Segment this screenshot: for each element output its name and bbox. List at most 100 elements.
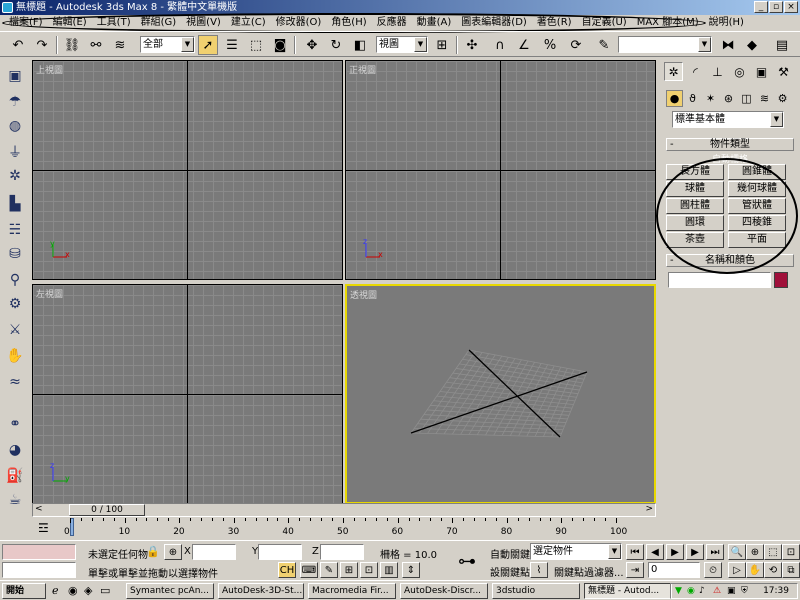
task-3dsmax[interactable]: 無標題 - Autod... — [584, 583, 672, 599]
snap-icon[interactable]: ∩ — [490, 35, 510, 55]
maximize-viewport-icon[interactable]: ⧉ — [782, 562, 800, 578]
task-autodesk-discreet[interactable]: AutoDesk-Discr... — [400, 583, 488, 599]
space-warp-icon[interactable]: ≈ — [5, 372, 25, 392]
ie-icon[interactable]: ℯ — [52, 584, 59, 597]
object-name-input[interactable] — [668, 272, 771, 288]
restore-button[interactable]: ▫ — [769, 1, 783, 13]
object-category-dropdown[interactable]: 標準基本體 ▼ — [672, 111, 784, 128]
undo-icon[interactable]: ↶ — [8, 35, 28, 55]
particles-icon[interactable]: ✲ — [5, 166, 25, 186]
menu-animation[interactable]: 動畫(A) — [412, 15, 457, 31]
zoom-extents-icon[interactable]: ⬚ — [764, 544, 782, 560]
geometry-icon[interactable]: ● — [666, 90, 683, 107]
set-key-icon[interactable]: ⊶ — [458, 551, 476, 572]
mirror-icon[interactable]: ⧓ — [718, 35, 738, 55]
field-of-view-icon[interactable]: ▷ — [728, 562, 746, 578]
menu-views[interactable]: 視圖(V) — [181, 15, 226, 31]
go-to-end-icon[interactable]: ⏭ — [706, 544, 724, 560]
torus-button[interactable]: 圓環 — [666, 215, 724, 231]
stack-icon[interactable]: ☵ — [5, 220, 25, 240]
cone-button[interactable]: 圓錐體 — [728, 164, 786, 180]
zoom-all-icon[interactable]: ⊕ — [746, 544, 764, 560]
window-crossing-icon[interactable]: ◙ — [270, 35, 290, 55]
menu-rendering[interactable]: 著色(R) — [532, 15, 577, 31]
menu-modifiers[interactable]: 修改器(O) — [271, 15, 327, 31]
chevron-down-icon[interactable]: ▼ — [608, 544, 621, 559]
menu-group[interactable]: 群組(G) — [136, 15, 182, 31]
spinner-icon[interactable]: ⇕ — [402, 562, 420, 578]
named-sets-icon[interactable]: ✎ — [594, 35, 614, 55]
space-warps-sub-icon[interactable]: ≋ — [756, 90, 773, 107]
desktop-icon[interactable]: ▭ — [100, 584, 110, 597]
objects-icon[interactable]: ▣ — [5, 66, 25, 86]
utilities-tab-icon[interactable]: ⚒ — [774, 62, 793, 81]
z-coordinate-input[interactable] — [320, 544, 364, 560]
zoom-icon[interactable]: 🔍 — [728, 544, 746, 560]
sphere-button[interactable]: 球體 — [666, 181, 724, 197]
rollout-name-color[interactable]: - 名稱和顏色 — [666, 254, 794, 267]
sphere-icon[interactable]: ◍ — [5, 116, 25, 136]
menu-tools[interactable]: 工具(T) — [92, 15, 136, 31]
pyramid-button[interactable]: 四稜錐 — [728, 215, 786, 231]
hierarchy-tab-icon[interactable]: ⊥ — [708, 62, 727, 81]
layer-icon[interactable]: ▤ — [772, 35, 792, 55]
object-color-swatch[interactable] — [774, 272, 788, 288]
start-button[interactable]: 開始 — [2, 583, 46, 599]
menu-edit[interactable]: 編輯(E) — [48, 15, 92, 31]
soft-keyboard-icon[interactable]: ⊞ — [340, 562, 358, 578]
unlink-icon[interactable]: ⚯ — [86, 35, 106, 55]
network-icon[interactable]: ▼ — [675, 584, 682, 598]
ime-indicator[interactable]: CH — [278, 562, 296, 578]
viewport-label-top[interactable]: 上視圖 — [36, 63, 63, 76]
security-icon[interactable]: ⛨ — [741, 584, 748, 598]
task-3dstudio[interactable]: 3dstudio — [492, 583, 580, 599]
time-slider[interactable]: 0 / 100 < > — [32, 503, 656, 517]
lock-icon[interactable]: 🔒 — [146, 545, 160, 558]
antivirus-icon[interactable]: ◉ — [687, 584, 695, 598]
manipulate-icon[interactable]: ✣ — [462, 35, 482, 55]
spinner-snap-icon[interactable]: ⟳ — [566, 35, 586, 55]
teapot-button[interactable]: 茶壺 — [666, 232, 724, 248]
wrench-icon[interactable]: ⚲ — [5, 270, 25, 290]
crossing-icon[interactable]: ✎ — [320, 562, 338, 578]
set-key-button[interactable]: 設關鍵點 — [490, 564, 530, 579]
chevron-down-icon[interactable]: ▼ — [414, 37, 427, 52]
render-scene-icon[interactable]: ☕ — [5, 490, 25, 510]
cameras-sub-icon[interactable]: ⊛ — [720, 90, 737, 107]
viewport-left[interactable]: 左視圖 y z — [32, 284, 343, 504]
close-button[interactable]: × — [784, 1, 798, 13]
rect-region-icon[interactable]: ⬚ — [246, 35, 266, 55]
alert-icon[interactable]: ⚠ — [713, 584, 721, 598]
task-autodesk-3d[interactable]: AutoDesk-3D-St... — [218, 583, 304, 599]
select-icon[interactable]: ➚ — [198, 35, 218, 55]
angle-snap-icon[interactable]: ∠ — [514, 35, 534, 55]
volume-icon[interactable]: ♪ — [699, 584, 705, 598]
task-macromedia[interactable]: Macromedia Fir... — [308, 583, 396, 599]
viewport-top[interactable]: 上視圖 x y — [32, 60, 343, 280]
absolute-mode-icon[interactable]: ⊕ — [164, 544, 182, 560]
light-bulb-icon[interactable]: ⚭ — [5, 414, 25, 434]
lights-icon[interactable]: ☂ — [5, 92, 25, 112]
current-frame-input[interactable]: 0 — [648, 562, 700, 578]
menu-graph-editors[interactable]: 圖表編輯器(D) — [456, 15, 532, 31]
gear-icon[interactable]: ⚙ — [5, 294, 25, 314]
display-tab-icon[interactable]: ▣ — [752, 62, 771, 81]
shapes-sub-icon[interactable]: ϑ — [684, 90, 701, 107]
snapshot-icon[interactable]: ▥ — [380, 562, 398, 578]
menu-customize[interactable]: 自定義(U) — [577, 15, 632, 31]
key-mode-dropdown[interactable]: 選定物件 ▼ — [530, 543, 622, 560]
cylinder-button[interactable]: 圓柱體 — [666, 198, 724, 214]
tube-button[interactable]: 管狀體 — [728, 198, 786, 214]
menu-reactor[interactable]: 反應器 — [372, 15, 412, 31]
hand-icon[interactable]: ✋ — [5, 346, 25, 366]
reference-coordinate-dropdown[interactable]: 視圖 ▼ — [376, 36, 428, 53]
viewport-perspective[interactable]: 透視圖 — [345, 284, 656, 504]
zoom-extents-all-icon[interactable]: ⊡ — [782, 544, 800, 560]
collapse-icon[interactable]: - — [670, 255, 674, 266]
time-tag-icon[interactable]: ⊡ — [360, 562, 378, 578]
chevron-down-icon[interactable]: ▼ — [181, 37, 194, 52]
next-frame-icon[interactable]: ▶ — [686, 544, 704, 560]
viewport-label-left[interactable]: 左視圖 — [36, 287, 63, 300]
track-bar[interactable]: 0 10 20 30 40 50 60 70 80 90 100 — [30, 518, 658, 540]
time-config-icon[interactable]: ⏲ — [704, 562, 722, 578]
